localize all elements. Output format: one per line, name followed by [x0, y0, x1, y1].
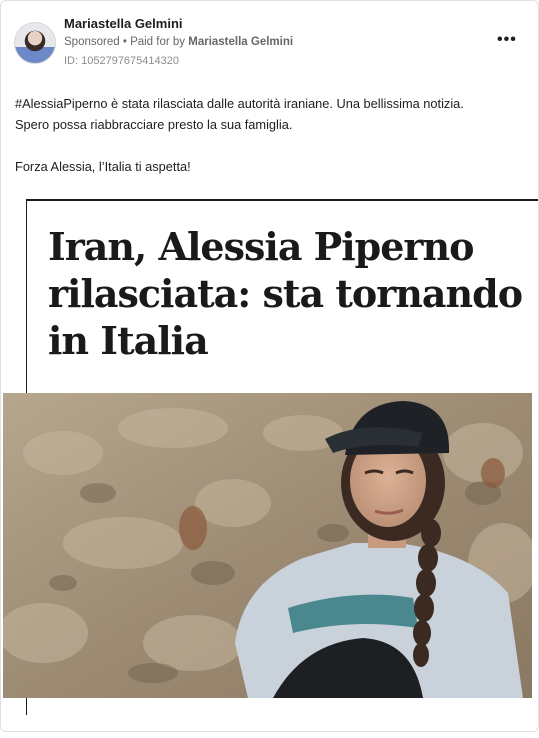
separator-dot: • — [122, 36, 127, 48]
sponsorship-info: Sponsored • Paid for by Mariastella Gelm… — [64, 36, 293, 48]
headline-rule-top — [26, 199, 538, 201]
ad-creative[interactable]: Iran, Alessia Piperno rilasciata: sta to… — [1, 199, 538, 731]
headline-line: Iran, Alessia Piperno — [48, 224, 474, 269]
sponsored-label: Sponsored — [64, 36, 120, 48]
paid-for-prefix: Paid for by — [130, 36, 186, 48]
woman-in-cap-with-braid-photo — [3, 393, 532, 698]
ad-id: ID: 1052797675414320 — [64, 55, 179, 67]
advertiser-avatar[interactable] — [14, 22, 56, 64]
sponsored-post-card: Mariastella Gelmini Sponsored • Paid for… — [0, 0, 539, 732]
post-text-line: #AlessiaPiperno è stata rilasciata dalle… — [15, 96, 464, 111]
headline-line: in Italia — [48, 318, 209, 363]
post-text-line: Spero possa riabbracciare presto la sua … — [15, 117, 293, 132]
advertiser-name[interactable]: Mariastella Gelmini — [64, 16, 183, 31]
headline-line: rilasciata: sta tornando — [48, 271, 523, 316]
post-text: #AlessiaPiperno è stata rilasciata dalle… — [15, 93, 530, 177]
more-options-icon[interactable]: ••• — [497, 31, 517, 49]
post-text-line: Forza Alessia, l’Italia ti aspetta! — [15, 159, 191, 174]
paid-for-name: Mariastella Gelmini — [188, 36, 294, 48]
news-headline: Iran, Alessia Piperno rilasciata: sta to… — [48, 223, 528, 364]
